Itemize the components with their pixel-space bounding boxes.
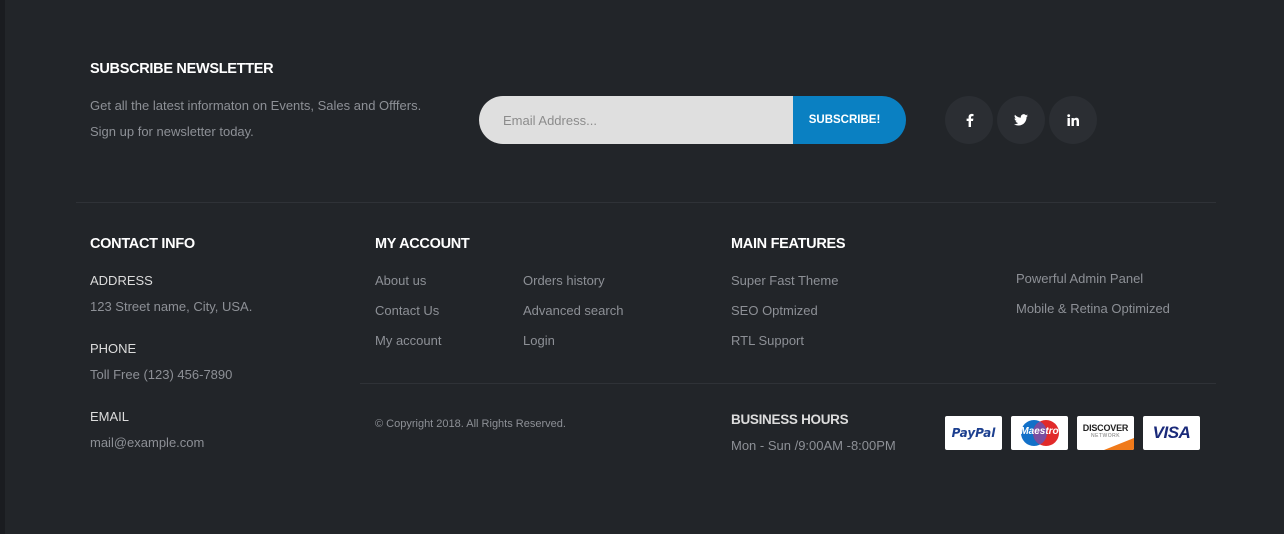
link-login[interactable]: Login [523,333,555,348]
discover-card: DISCOVER NETWORK [1077,416,1134,450]
link-my-account[interactable]: My account [375,333,441,348]
linkedin-icon [1067,114,1079,126]
link-mobile-retina[interactable]: Mobile & Retina Optimized [1016,301,1170,316]
hours-text: Mon - Sun /9:00AM -8:00PM [731,438,896,453]
footer: SUBSCRIBE NEWSLETTER Get all the latest … [5,0,1284,534]
visa-logo: VISA [1152,423,1191,442]
paypal-logo: PayPal [951,426,996,440]
address-label: ADDRESS [90,273,153,288]
maestro-label: Maestro [1020,426,1059,437]
link-admin-panel[interactable]: Powerful Admin Panel [1016,271,1143,286]
hours-title: BUSINESS HOURS [731,412,849,427]
twitter-icon [1014,114,1028,126]
phone-value: Toll Free (123) 456-7890 [90,367,233,382]
features-title: MAIN FEATURES [731,236,846,252]
email-link[interactable]: mail@example.com [90,435,204,450]
bottom-divider [360,383,1216,384]
link-orders-history[interactable]: Orders history [523,273,605,288]
discover-logo: DISCOVER [1082,423,1129,433]
link-advanced-search[interactable]: Advanced search [523,303,623,318]
link-rtl-support[interactable]: RTL Support [731,333,804,348]
link-about-us[interactable]: About us [375,273,426,288]
newsletter-line-1: Get all the latest informaton on Events,… [90,98,422,113]
email-input[interactable] [479,96,793,144]
linkedin-button[interactable] [1049,96,1097,144]
paypal-card: PayPal [945,416,1002,450]
phone-label: PHONE [90,341,137,356]
newsletter-line-2: Sign up for newsletter today. [90,124,254,139]
discover-stripe [1104,438,1134,450]
address-value: 123 Street name, City, USA. [90,299,253,314]
newsletter-form: SUBSCRIBE! [479,96,906,144]
contact-title: CONTACT INFO [90,236,195,252]
subscribe-button[interactable]: SUBSCRIBE! [793,96,906,144]
newsletter-title: SUBSCRIBE NEWSLETTER [90,61,274,77]
twitter-button[interactable] [997,96,1045,144]
copyright-text: © Copyright 2018. All Rights Reserved. [375,418,566,430]
email-label: EMAIL [90,409,130,424]
visa-card: VISA [1143,416,1200,450]
facebook-button[interactable] [945,96,993,144]
maestro-card: Maestro [1011,416,1068,450]
link-seo-optimized[interactable]: SEO Optmized [731,303,818,318]
account-title: MY ACCOUNT [375,236,470,252]
link-contact-us[interactable]: Contact Us [375,303,439,318]
link-super-fast-theme[interactable]: Super Fast Theme [731,273,838,288]
footer-divider [76,202,1216,203]
facebook-icon [966,113,973,127]
